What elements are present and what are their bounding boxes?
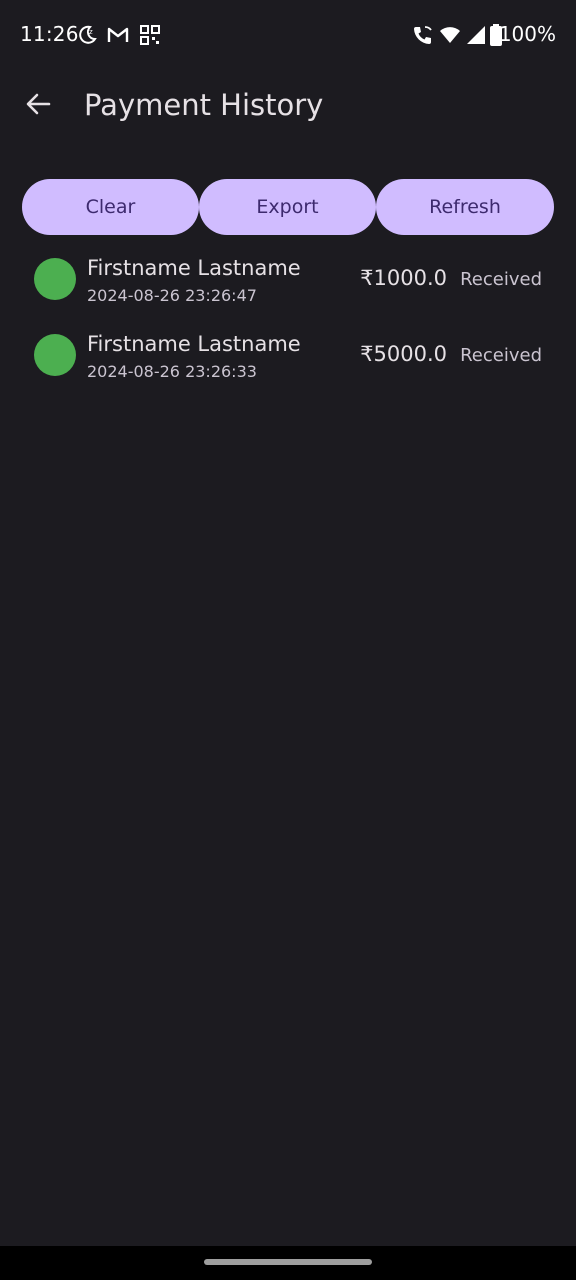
list-item[interactable]: Firstname Lastname 2024-08-26 23:26:33 ₹…	[0, 320, 576, 396]
svg-text:z: z	[89, 28, 93, 36]
refresh-button[interactable]: Refresh	[376, 179, 554, 235]
status-bar: 11:26 z 100%	[0, 0, 576, 70]
payment-amount: ₹5000.0	[360, 342, 447, 366]
wifi-calling-icon	[412, 24, 434, 46]
list-item[interactable]: Firstname Lastname 2024-08-26 23:26:47 ₹…	[0, 244, 576, 320]
payment-amount: ₹1000.0	[360, 266, 447, 290]
clear-button[interactable]: Clear	[22, 179, 199, 235]
status-time: 11:26	[20, 22, 79, 46]
back-button[interactable]	[14, 82, 62, 130]
moon-icon: z	[76, 24, 98, 46]
payer-name: Firstname Lastname	[87, 332, 301, 356]
page-title: Payment History	[84, 88, 324, 122]
gmail-icon	[107, 24, 129, 46]
payment-date: 2024-08-26 23:26:33	[87, 362, 257, 381]
payment-status: Received	[460, 345, 542, 366]
qr-icon	[139, 24, 161, 46]
battery-percentage: 100%	[498, 22, 556, 46]
wifi-icon	[439, 24, 461, 46]
gesture-handle[interactable]	[204, 1259, 372, 1265]
payment-list: Firstname Lastname 2024-08-26 23:26:47 ₹…	[0, 244, 576, 396]
signal-icon	[465, 24, 487, 46]
payer-name: Firstname Lastname	[87, 256, 301, 280]
payment-status: Received	[460, 269, 542, 290]
status-dot-icon	[34, 258, 76, 300]
export-button[interactable]: Export	[199, 179, 376, 235]
status-dot-icon	[34, 334, 76, 376]
payment-date: 2024-08-26 23:26:47	[87, 286, 257, 305]
top-app-bar: Payment History	[0, 70, 576, 146]
navigation-bar	[0, 1246, 576, 1280]
action-buttons: Clear Export Refresh	[22, 179, 554, 235]
arrow-back-icon	[24, 90, 52, 122]
